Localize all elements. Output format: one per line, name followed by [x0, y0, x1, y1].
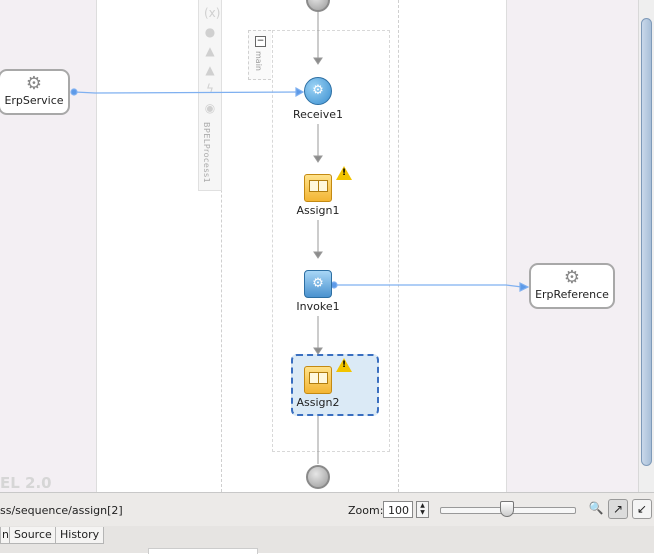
- tab-label: Source: [14, 528, 52, 541]
- flow-connectors: [70, 12, 530, 464]
- activity-label: Assign1: [296, 204, 340, 217]
- panel-tab-stub: [148, 548, 258, 554]
- doc-icon: [318, 372, 328, 384]
- tab-source[interactable]: Source: [9, 527, 57, 544]
- xpath-breadcrumb: ss/sequence/assign[2]: [0, 504, 123, 517]
- vertical-scrollbar[interactable]: [638, 0, 654, 492]
- doc-icon: [318, 180, 328, 192]
- assign-activity[interactable]: [304, 174, 332, 202]
- tab-label: n: [2, 528, 9, 541]
- editor-tab-bar: n Source History: [0, 526, 654, 554]
- status-bar: ss/sequence/assign[2] Zoom: 100 ▲ ▼ 🔍 ↗ ↙: [0, 492, 654, 527]
- activity-label: Assign2: [296, 396, 340, 409]
- connector-arrow: [313, 155, 323, 163]
- partner-link-arrow: [295, 86, 305, 98]
- warning-icon[interactable]: !: [336, 358, 352, 372]
- zoom-fit-icon[interactable]: 🔍: [586, 499, 606, 519]
- partner-link-erpservice[interactable]: ⚙ ErpService: [0, 69, 70, 115]
- gear-icon: ⚙: [25, 73, 43, 94]
- gear-icon: ⚙: [563, 267, 581, 288]
- connector-arrow: [313, 57, 323, 65]
- zoom-stepper[interactable]: ▲ ▼: [416, 501, 429, 518]
- tab-history[interactable]: History: [55, 527, 105, 544]
- zoom-input[interactable]: 100: [383, 501, 413, 518]
- assign-activity[interactable]: [304, 366, 332, 394]
- scrollbar-thumb[interactable]: [641, 18, 652, 466]
- partner-link-label: ErpService: [4, 94, 64, 107]
- partner-link-dot: [70, 88, 78, 96]
- invoke-activity[interactable]: ⚙: [304, 270, 332, 298]
- activity-label: Receive1: [292, 108, 344, 121]
- partner-link-line: [334, 284, 523, 288]
- partner-link-line: [74, 91, 301, 94]
- receive-activity[interactable]: ⚙: [304, 77, 332, 105]
- zoom-slider-thumb[interactable]: [500, 501, 514, 517]
- bpel-design-canvas[interactable]: (x) ● ▲ ▲ ϟ ◉ BPELProcess1 − main ⚙ ErpS…: [0, 0, 638, 492]
- partner-link-label: ErpReference: [535, 288, 609, 301]
- zoom-label: Zoom:: [348, 504, 384, 517]
- end-node[interactable]: [306, 465, 330, 489]
- warning-icon[interactable]: !: [336, 166, 352, 180]
- partner-link-arrow: [519, 282, 530, 292]
- activity-label: Invoke1: [296, 300, 340, 313]
- pan-tool-button[interactable]: ↗: [608, 499, 628, 519]
- pin-button[interactable]: ↙: [632, 499, 652, 519]
- tab-label: History: [60, 528, 100, 541]
- connector-arrow: [313, 251, 323, 259]
- partner-link-erpreference[interactable]: ⚙ ErpReference: [529, 263, 615, 309]
- bpel-version-watermark: EL 2.0: [0, 474, 52, 492]
